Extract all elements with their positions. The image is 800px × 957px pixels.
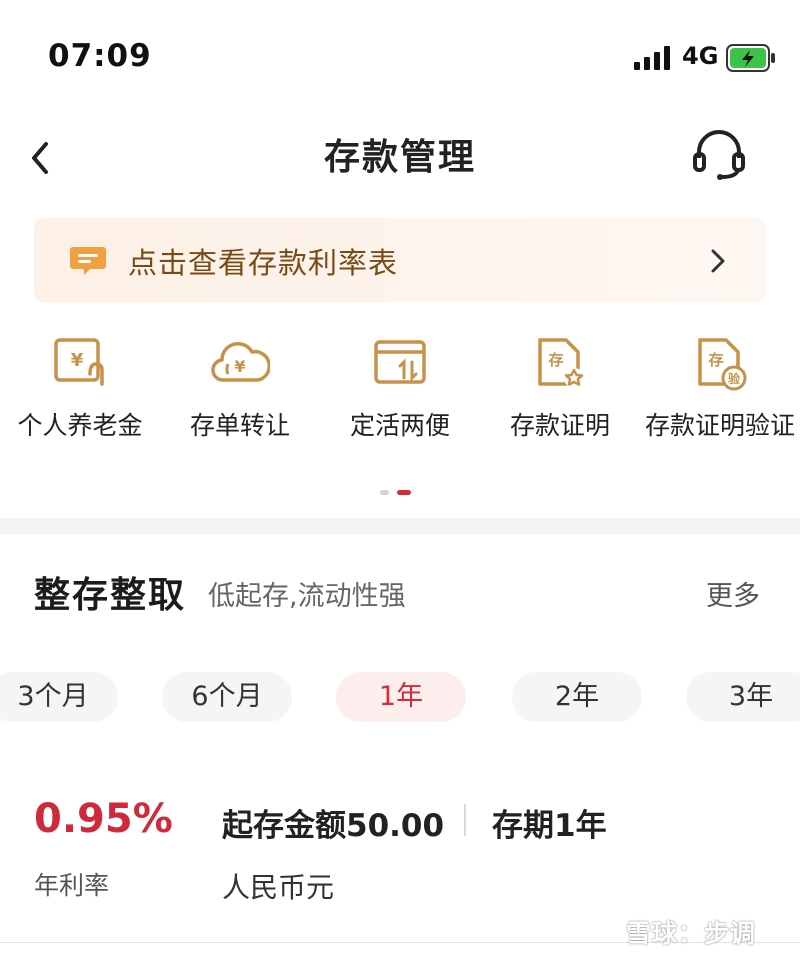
currency-label: 人民币元	[222, 871, 335, 904]
headset-icon[interactable]	[690, 130, 748, 180]
quick-action-label: 存款证明验证	[644, 411, 795, 440]
pager-dot[interactable]	[380, 490, 389, 495]
quick-action-deposit-certificate[interactable]: 存 存款证明	[480, 334, 640, 442]
term-tab-3-years[interactable]: 3年	[686, 672, 800, 722]
svg-text:¥: ¥	[234, 357, 245, 376]
term-tab-3-months[interactable]: 3个月	[0, 672, 118, 722]
term-tab-2-years[interactable]: 2年	[512, 672, 642, 722]
signal-icon	[634, 46, 670, 70]
certificate-verify-icon: 存 验	[698, 338, 747, 391]
quick-action-flexible-deposit[interactable]: 定活两便	[320, 334, 480, 442]
pager-dot-active[interactable]	[397, 490, 411, 495]
quick-action-pension[interactable]: ¥ 个人养老金	[0, 334, 160, 442]
watermark: 雪球：步调	[626, 919, 757, 948]
battery-icon	[726, 44, 775, 72]
message-icon	[70, 247, 106, 275]
cloud-yen-icon: ¥	[211, 342, 270, 382]
svg-text:验: 验	[728, 371, 741, 386]
quick-action-label: 定活两便	[349, 411, 450, 440]
quick-action-label: 存单转让	[189, 411, 290, 440]
transfer-card-icon	[374, 340, 426, 384]
svg-text:存: 存	[548, 351, 563, 369]
product-title: 整存整取	[34, 575, 187, 616]
svg-text:¥: ¥	[71, 350, 84, 371]
deposit-period: 存期1年	[492, 808, 607, 844]
network-type: 4G	[682, 42, 719, 70]
deposit-certificate-icon: 存	[538, 338, 584, 388]
quick-action-certificate-verify[interactable]: 存 验 存款证明验证	[640, 334, 800, 442]
chevron-right-icon[interactable]	[708, 246, 728, 276]
product-subtitle: 低起存,流动性强	[208, 581, 406, 612]
quick-action-cd-transfer[interactable]: ¥ 存单转让	[160, 334, 320, 442]
interest-rate-label: 年利率	[34, 871, 110, 900]
svg-text:存: 存	[708, 351, 723, 369]
interest-rate: 0.95%	[34, 796, 173, 842]
rate-table-link[interactable]: 点击查看存款利率表	[128, 240, 398, 282]
term-tab-1-year[interactable]: 1年	[336, 672, 466, 722]
quick-action-label: 个人养老金	[17, 411, 143, 440]
divider	[464, 804, 466, 836]
section-divider	[0, 518, 800, 534]
status-time: 07:09	[48, 38, 152, 74]
page-title: 存款管理	[323, 137, 476, 178]
term-tab-6-months[interactable]: 6个月	[162, 672, 292, 722]
minimum-deposit: 起存金额50.00	[222, 808, 445, 844]
quick-action-label: 存款证明	[509, 411, 610, 440]
more-link[interactable]: 更多	[706, 574, 760, 613]
pension-icon: ¥	[54, 338, 104, 386]
